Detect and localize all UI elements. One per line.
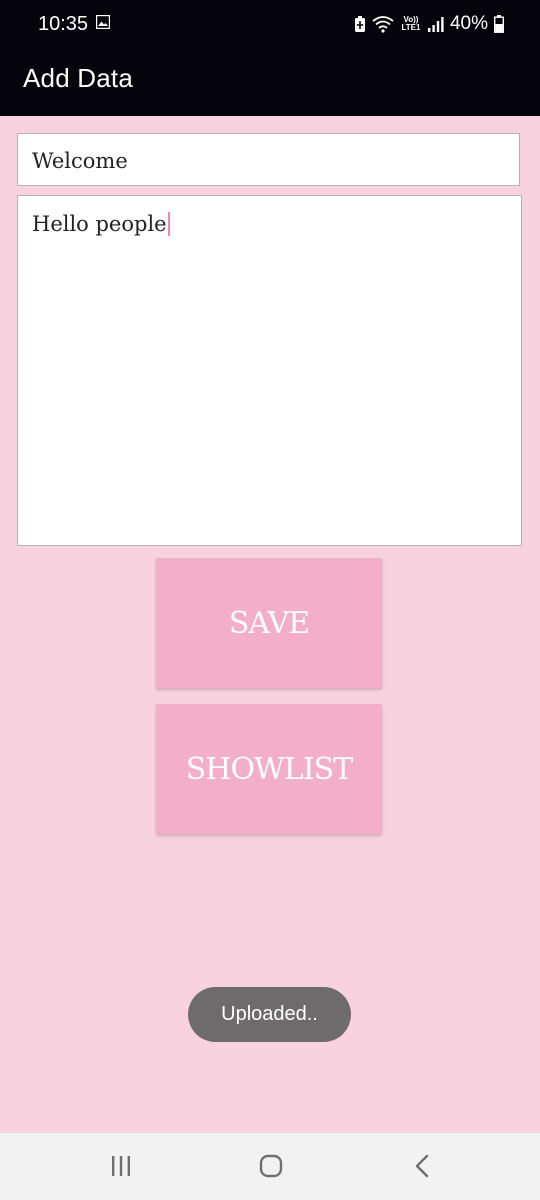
showlist-button[interactable]: SHOWLIST (156, 704, 382, 834)
app-bar: Add Data (0, 48, 540, 116)
volte-label: Vo)) LTE1 (401, 15, 421, 32)
wifi-icon (372, 16, 394, 33)
navigation-bar (0, 1133, 540, 1200)
body-textarea-value: Hello people (32, 212, 167, 236)
toast-message: Uploaded.. (221, 1003, 318, 1025)
text-cursor (167, 212, 170, 236)
title-input[interactable]: Welcome (17, 133, 520, 186)
battery-saver-icon (354, 16, 365, 32)
showlist-button-label: SHOWLIST (185, 751, 353, 787)
save-button[interactable]: SAVE (156, 558, 382, 688)
title-input-value: Welcome (32, 149, 128, 173)
back-icon[interactable] (408, 1151, 438, 1181)
recents-icon[interactable] (106, 1151, 136, 1181)
page-title: Add Data (23, 63, 134, 93)
home-icon[interactable] (256, 1151, 286, 1181)
image-icon (96, 15, 110, 29)
body-textarea[interactable]: Hello people (17, 195, 522, 546)
status-icons: Vo)) LTE1 40% (354, 10, 504, 38)
status-bar: 10:35 Vo)) LTE1 40% (0, 0, 540, 48)
signal-icon (427, 17, 444, 32)
battery-icon (494, 15, 504, 33)
battery-percent: 40% (449, 13, 488, 34)
save-button-label: SAVE (228, 605, 310, 641)
status-time: 10:35 (38, 13, 89, 35)
toast: Uploaded.. (188, 987, 351, 1042)
